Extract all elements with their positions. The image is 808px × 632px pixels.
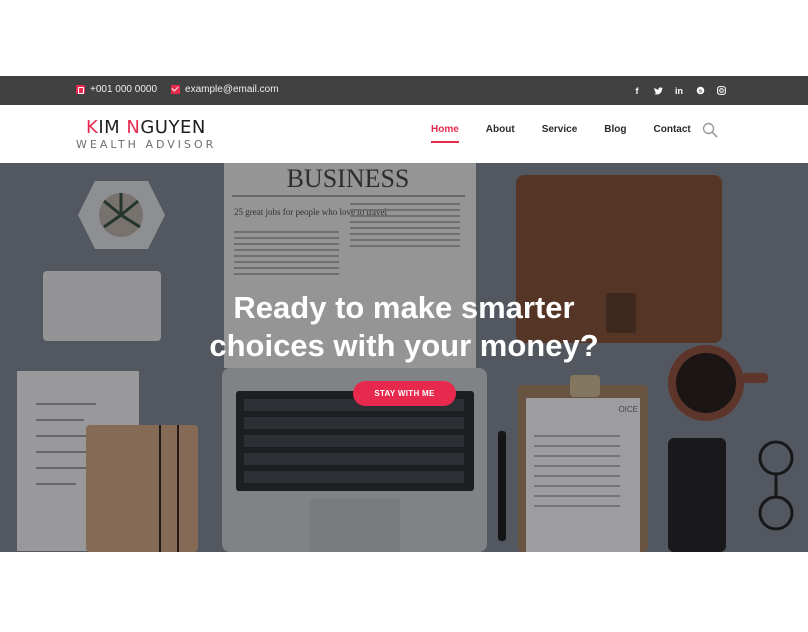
logo-name: KIM NGUYEN [86, 117, 206, 138]
email-contact[interactable]: example@email.com [171, 84, 279, 95]
email-address: example@email.com [185, 84, 279, 95]
contact-info: +001 000 0000 example@email.com [76, 84, 293, 95]
twitter-icon[interactable] [651, 84, 665, 97]
skype-icon[interactable]: s [693, 84, 707, 97]
phone-contact[interactable]: +001 000 0000 [76, 84, 157, 95]
nav-home[interactable]: Home [431, 124, 459, 143]
facebook-icon[interactable]: f [630, 84, 644, 97]
headline-line-1: Ready to make smarter [233, 290, 575, 325]
site-logo[interactable]: KIM NGUYEN WEALTH ADVISOR [76, 117, 217, 152]
hero-headline: Ready to make smarter choices with your … [0, 289, 808, 365]
nav-about[interactable]: About [486, 124, 515, 143]
nav-service[interactable]: Service [542, 124, 578, 143]
nav-contact[interactable]: Contact [654, 124, 691, 143]
top-info-bar: +001 000 0000 example@email.com f in s [0, 76, 808, 105]
nav-menu: Home About Service Blog Contact [431, 124, 718, 143]
instagram-icon[interactable] [714, 84, 728, 97]
headline-line-2: choices with your money? [209, 328, 599, 363]
nav-blog[interactable]: Blog [604, 124, 626, 143]
linkedin-icon[interactable]: in [672, 84, 686, 97]
mail-icon [171, 85, 181, 94]
main-navbar: KIM NGUYEN WEALTH ADVISOR Home About Ser… [0, 105, 808, 163]
search-icon[interactable] [702, 122, 718, 138]
stay-with-me-button[interactable]: STAY WITH ME [353, 381, 456, 406]
social-links: f in s [623, 84, 728, 97]
hero-banner: BUSINESS 25 great jobs for people who lo… [0, 163, 808, 552]
phone-icon [76, 85, 85, 94]
phone-number: +001 000 0000 [90, 84, 158, 95]
logo-tagline: WEALTH ADVISOR [76, 138, 217, 151]
